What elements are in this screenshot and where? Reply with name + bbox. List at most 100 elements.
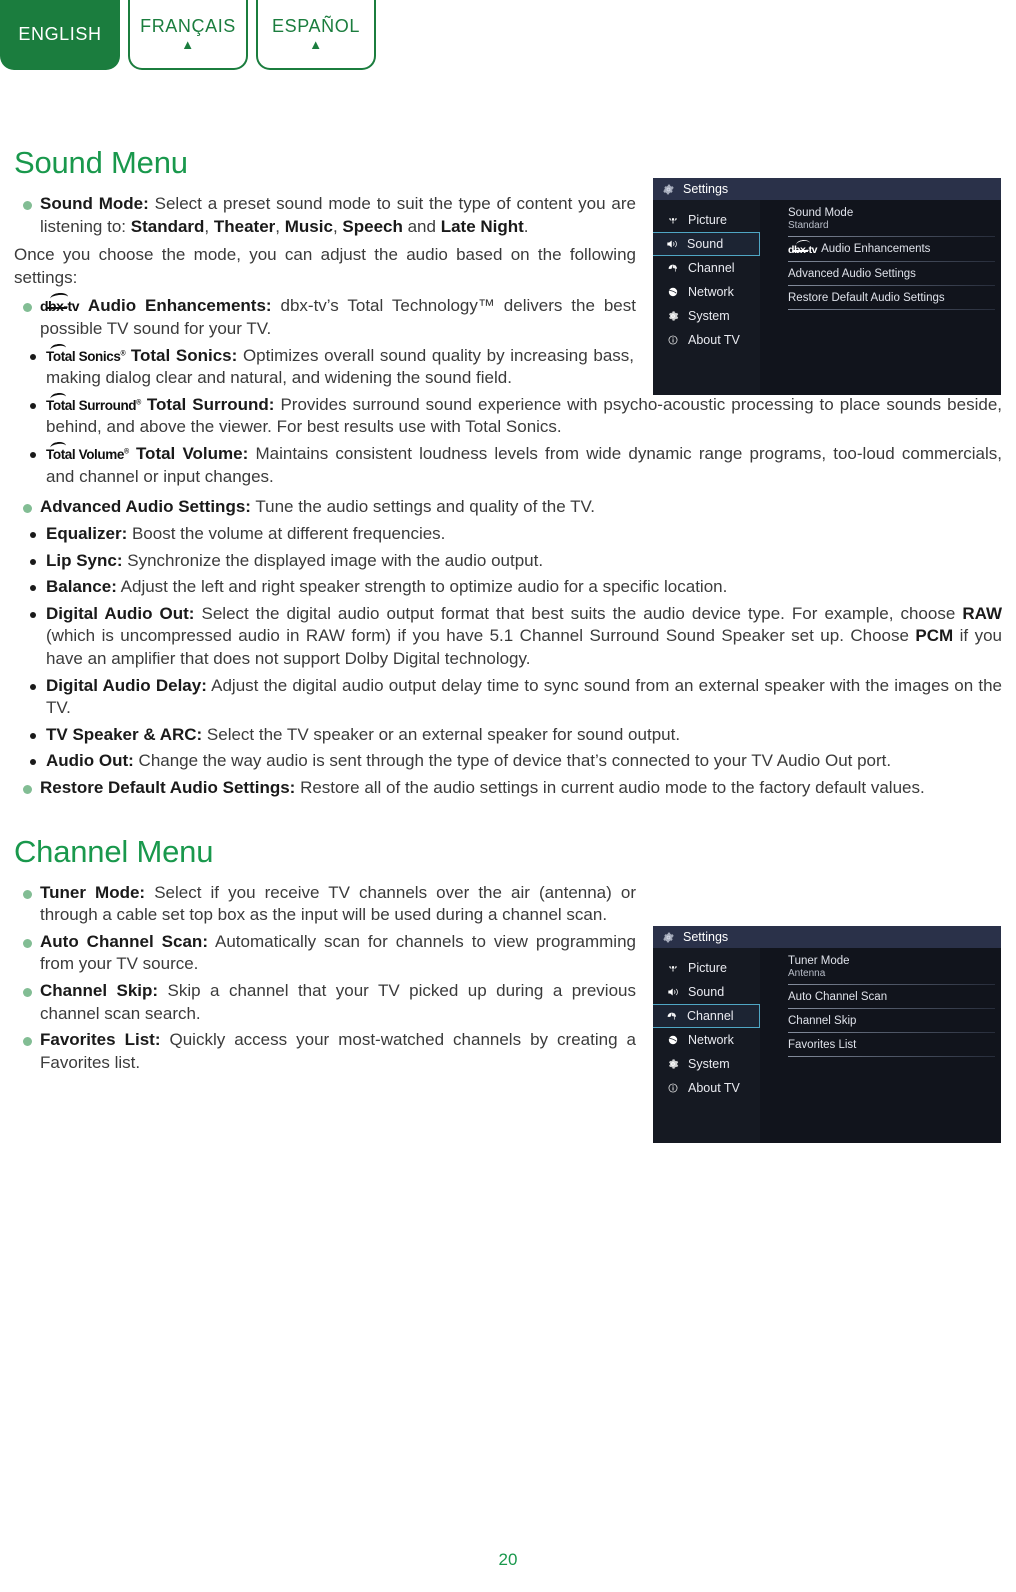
tv-menu-row-audio-enhancements[interactable]: dbx-tvAudio Enhancements (788, 239, 1001, 262)
tv-row-label: Audio Enhancements (821, 243, 931, 255)
divider (788, 1008, 995, 1009)
tv-row-label: Tuner Mode (788, 955, 850, 967)
sidebar-item-network-label: Network (688, 1033, 734, 1047)
bullet-dot-icon (30, 611, 36, 618)
sidebar-item-channel-label: Channel (687, 1009, 734, 1023)
tv-menu-content-panel: Sound Mode Standard dbx-tvAudio Enhancem… (760, 200, 1001, 395)
mode-standard: Standard (130, 216, 205, 236)
tv-row-label: Advanced Audio Settings (788, 268, 916, 280)
sidebar-item-picture[interactable]: Picture (653, 208, 760, 232)
tv-menu-row-tuner-mode[interactable]: Tuner Mode Antenna (788, 954, 1001, 985)
sidebar-item-system[interactable]: System (653, 304, 760, 328)
sidebar-item-channel[interactable]: Channel (653, 256, 760, 280)
tv-row-label-wrap: dbx-tvAudio Enhancements (788, 239, 995, 257)
tv-menu-row-channel-skip[interactable]: Channel Skip (788, 1014, 1001, 1033)
sound-intro-paragraph: Once you choose the mode, you can adjust… (14, 245, 636, 287)
tv-menu-row-favorites-list[interactable]: Favorites List (788, 1038, 1001, 1057)
bullet-channel-skip: Channel Skip: Skip a channel that your T… (14, 980, 636, 1025)
bullet-auto-channel-scan: Auto Channel Scan: Automatically scan fo… (14, 931, 636, 976)
tv-row-label: Auto Channel Scan (788, 991, 888, 1003)
sidebar-item-about-tv[interactable]: About TV (653, 328, 760, 352)
tv-menu-body: Picture Sound Channel Network System Abo… (653, 948, 1001, 1143)
sidebar-item-network-label: Network (688, 285, 734, 299)
bullet-sound-mode: Sound Mode: Select a preset sound mode t… (14, 193, 636, 238)
term-digital-audio-delay: Digital Audio Delay: (46, 675, 207, 695)
triangle-up-icon: ▲ (309, 36, 323, 52)
language-tab-francais[interactable]: FRANÇAIS ▲ (128, 0, 248, 70)
term-audio-enhancements: Audio Enhancements: (87, 296, 272, 316)
tv-menu-row-auto-channel-scan[interactable]: Auto Channel Scan (788, 990, 1001, 1009)
advanced-audio-list: Advanced Audio Settings: Tune the audio … (14, 496, 1002, 799)
term-audio-out: Audio Out: (46, 751, 134, 771)
mode-speech: Speech (342, 216, 403, 236)
bullet-dot-icon (30, 402, 36, 409)
sidebar-item-channel[interactable]: Channel (653, 1004, 760, 1028)
divider (788, 1032, 995, 1033)
picture-icon (665, 213, 680, 228)
bullet-total-volume: Total Volume® Total Volume: Maintains co… (14, 441, 1002, 488)
mode-music: Music (284, 216, 333, 236)
term-auto-channel-scan: Auto Channel Scan: (40, 931, 208, 951)
gear-icon (661, 182, 676, 197)
divider (788, 984, 995, 985)
term-tuner-mode: Tuner Mode: (40, 882, 146, 902)
sidebar-item-picture-label: Picture (688, 213, 727, 227)
sidebar-item-system[interactable]: System (653, 1052, 760, 1076)
tv-row-value: Antenna (788, 968, 826, 979)
tv-menu-body: Picture Sound Channel Network System Abo… (653, 200, 1001, 395)
term-total-volume: Total Volume: (135, 444, 249, 464)
term-channel-skip: Channel Skip: (40, 981, 159, 1001)
bullet-dot-icon (23, 1037, 32, 1047)
term-lip-sync: Lip Sync: (46, 550, 123, 570)
tv-row-label: Channel Skip (788, 1015, 857, 1027)
total-sonics-logo-icon: Total Sonics® (46, 342, 126, 366)
bullet-dot-icon (23, 785, 32, 795)
sidebar-item-sound[interactable]: Sound (653, 232, 760, 256)
tv-menu-row-sound-mode[interactable]: Sound Mode Standard (788, 206, 1001, 237)
tv-row-label: Restore Default Audio Settings (788, 292, 945, 304)
bullet-dot-icon (30, 732, 36, 739)
antenna-icon (665, 261, 680, 276)
gear-icon (661, 930, 676, 945)
sidebar-item-sound[interactable]: Sound (653, 980, 760, 1004)
bullet-dot-icon (23, 889, 32, 899)
tv-menu-header: Settings (653, 178, 1001, 200)
bullet-dot-icon (30, 558, 36, 565)
language-tab-espanol[interactable]: ESPAÑOL ▲ (256, 0, 376, 70)
sidebar-item-picture-label: Picture (688, 961, 727, 975)
term-balance: Balance: (46, 577, 117, 597)
antenna-icon (664, 1009, 679, 1024)
term-advanced-audio-settings: Advanced Audio Settings: (40, 497, 251, 517)
total-volume-logo-text: Total Volume (46, 447, 124, 463)
bullet-equalizer: Equalizer: Boost the volume at different… (14, 523, 1002, 546)
format-pcm: PCM (915, 626, 954, 646)
tv-row-value: Standard (788, 220, 829, 231)
language-tab-english[interactable]: ENGLISH (0, 0, 120, 70)
sound-menu-heading: Sound Menu (14, 145, 188, 180)
term-tv-speaker-arc: TV Speaker & ARC: (46, 724, 203, 744)
bullet-dot-icon (30, 531, 36, 538)
sidebar-item-about-tv-label: About TV (688, 1081, 740, 1095)
sidebar-item-network[interactable]: Network (653, 280, 760, 304)
text-equalizer: Boost the volume at different frequencie… (127, 523, 446, 543)
sidebar-item-network[interactable]: Network (653, 1028, 760, 1052)
bullet-dot-icon (23, 303, 32, 313)
bullet-advanced-audio-settings: Advanced Audio Settings: Tune the audio … (14, 496, 1002, 519)
tv-menu-title: Settings (683, 930, 729, 944)
sep: , (204, 216, 214, 236)
bullet-tuner-mode: Tuner Mode: Select if you receive TV cha… (14, 882, 636, 927)
text-balance: Adjust the left and right speaker streng… (116, 577, 728, 597)
dbx-tv-logo-icon: dbx-tv (788, 239, 818, 257)
bullet-dot-icon (23, 201, 32, 210)
sidebar-item-about-tv[interactable]: About TV (653, 1076, 760, 1100)
picture-icon (665, 961, 680, 976)
tv-menu-row-advanced-audio-settings[interactable]: Advanced Audio Settings (788, 267, 1001, 286)
term-equalizer: Equalizer: (46, 523, 128, 543)
bullet-dot-icon (30, 353, 36, 360)
tv-row-label: Sound Mode (788, 207, 854, 219)
dbx-tv-logo-icon: dbx-tv (40, 292, 80, 316)
sidebar-item-picture[interactable]: Picture (653, 956, 760, 980)
tv-menu-row-restore-default-audio-settings[interactable]: Restore Default Audio Settings (788, 291, 1001, 310)
term-sound-mode: Sound Mode: (40, 194, 149, 213)
language-tab-english-label: ENGLISH (18, 23, 102, 44)
